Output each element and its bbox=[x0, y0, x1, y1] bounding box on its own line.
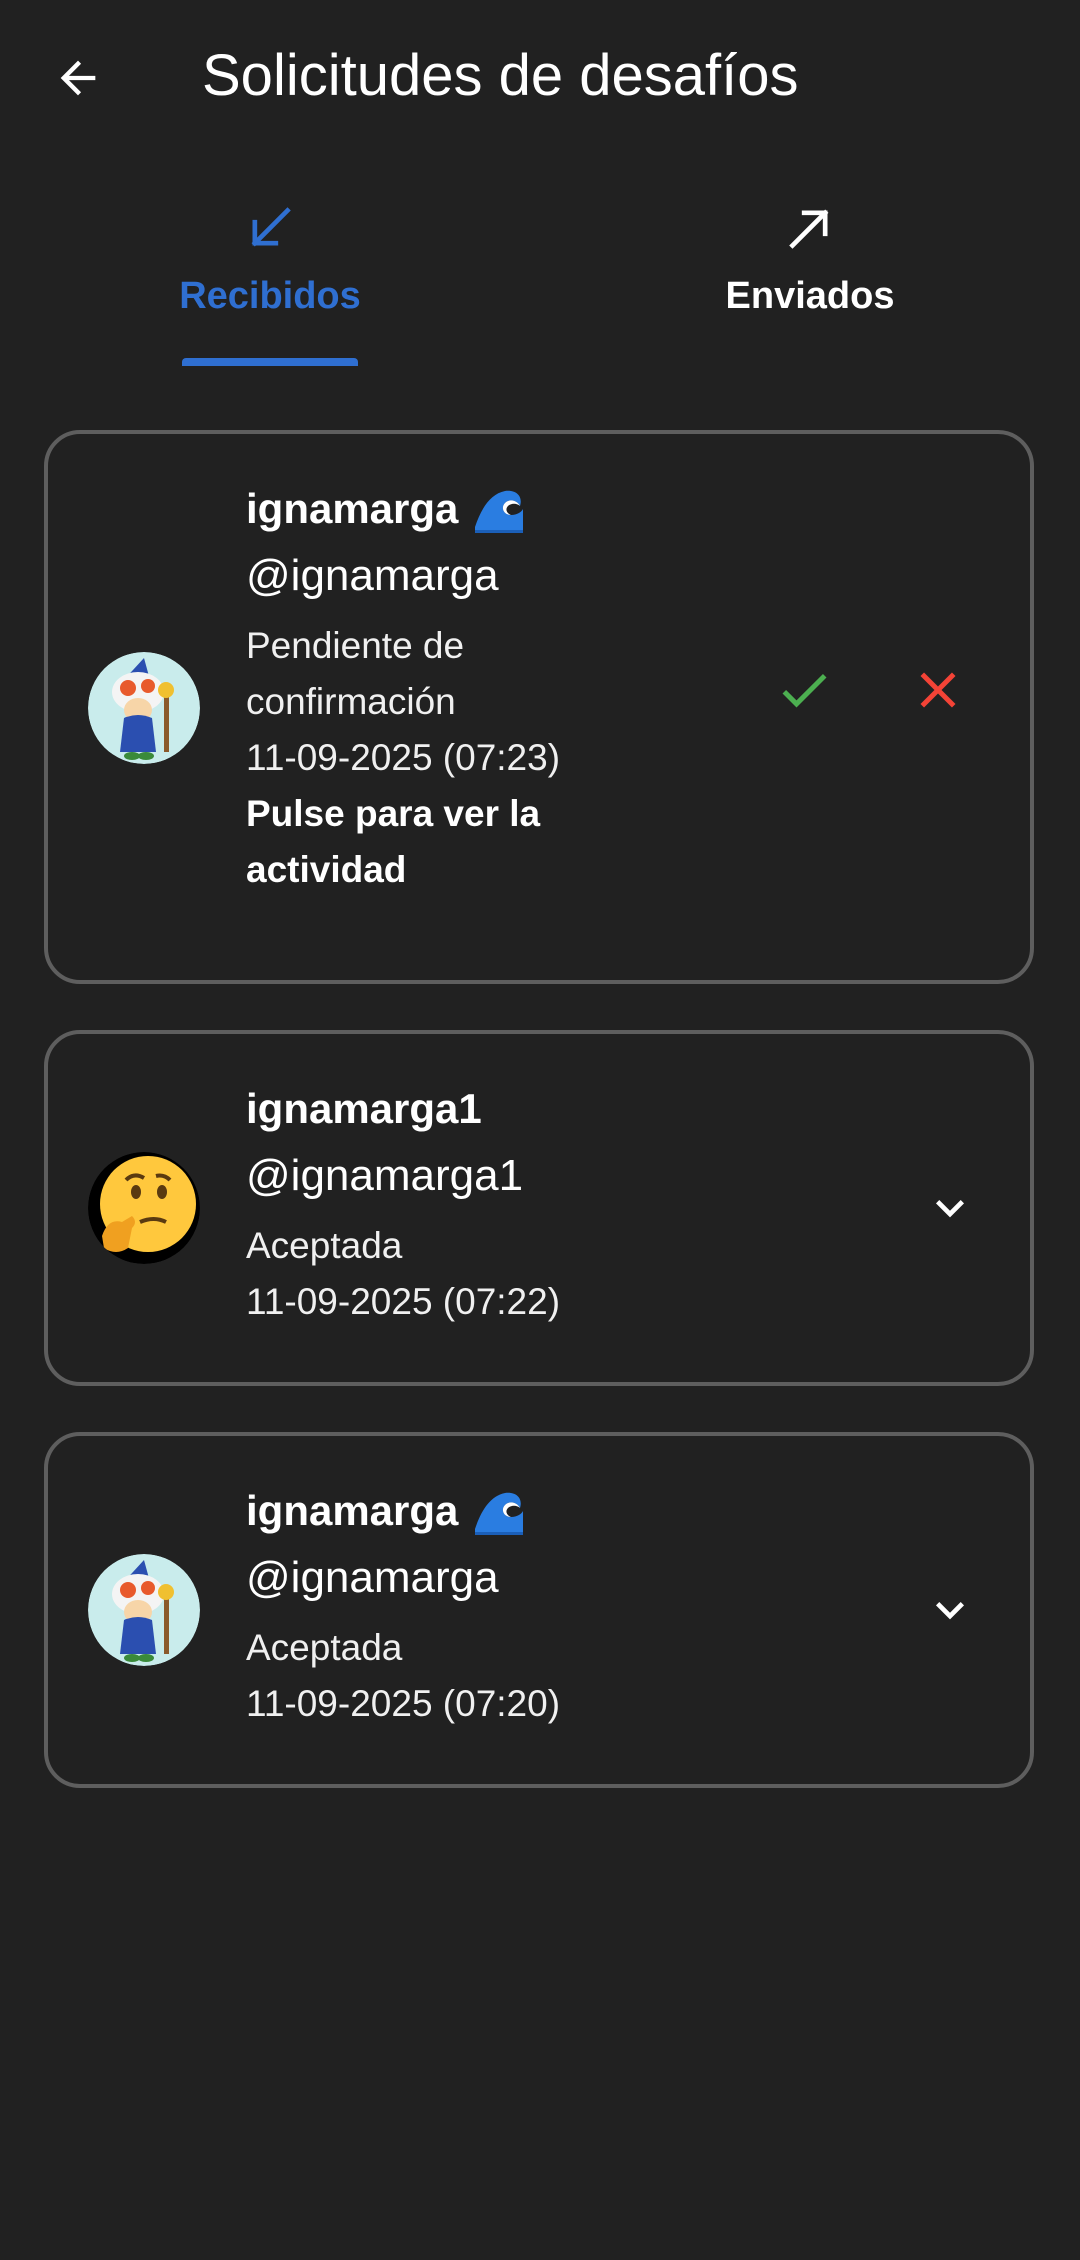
avatar bbox=[88, 1554, 200, 1666]
user-handle: @ignamarga bbox=[246, 551, 499, 600]
arrow-down-left-icon bbox=[251, 207, 291, 247]
tab-sent-label: Enviados bbox=[725, 275, 895, 317]
tab-bar: Recibidos Enviados bbox=[0, 180, 1080, 366]
request-status: Aceptada bbox=[246, 1225, 403, 1266]
arrow-up-right-icon bbox=[789, 209, 829, 249]
request-card[interactable]: ignamarga1 @ignamarga1 Aceptada 11-09-20… bbox=[44, 1030, 1034, 1386]
back-button[interactable] bbox=[40, 40, 116, 116]
wave-emoji-icon bbox=[475, 1492, 524, 1535]
accept-button[interactable] bbox=[764, 650, 844, 730]
request-status: Pendiente de confirmación bbox=[246, 625, 465, 722]
reject-button[interactable] bbox=[898, 650, 978, 730]
close-icon bbox=[920, 672, 956, 708]
expand-button[interactable] bbox=[910, 1168, 990, 1248]
request-info: ignamarga @ignamarga Pendiente de confir… bbox=[246, 478, 646, 898]
thinking-face-avatar-icon bbox=[88, 1152, 200, 1264]
avatar bbox=[88, 652, 200, 764]
name-row: ignamarga bbox=[246, 1480, 646, 1542]
user-handle: @ignamarga1 bbox=[246, 1151, 524, 1200]
wave-emoji-icon bbox=[475, 490, 524, 533]
request-date: 11-09-2025 (07:20) bbox=[246, 1683, 561, 1724]
user-name: ignamarga bbox=[246, 1487, 459, 1534]
page-title: Solicitudes de desafíos bbox=[202, 43, 799, 108]
user-name: ignamarga bbox=[246, 485, 459, 532]
request-info: ignamarga1 @ignamarga1 Aceptada 11-09-20… bbox=[246, 1078, 646, 1330]
expand-button[interactable] bbox=[910, 1570, 990, 1650]
check-icon bbox=[782, 673, 827, 708]
request-card[interactable]: ignamarga @ignamarga Aceptada 11-09-2025… bbox=[44, 1432, 1034, 1788]
request-card[interactable]: ignamarga @ignamarga Pendiente de confir… bbox=[44, 430, 1034, 984]
toad-wizard-avatar-icon bbox=[88, 1554, 200, 1666]
tab-selected-indicator bbox=[182, 358, 358, 366]
chevron-down-icon bbox=[936, 1200, 964, 1218]
request-status: Aceptada bbox=[246, 1627, 403, 1668]
tab-sent[interactable]: Enviados bbox=[540, 180, 1080, 366]
chevron-down-icon bbox=[936, 1602, 964, 1620]
request-date: 11-09-2025 (07:23) bbox=[246, 737, 561, 778]
arrow-back-icon bbox=[60, 60, 96, 96]
tab-received-label: Recibidos bbox=[179, 275, 361, 317]
name-row: ignamarga bbox=[246, 478, 646, 540]
app-bar: Solicitudes de desafíos bbox=[0, 0, 1080, 156]
name-row: ignamarga1 bbox=[246, 1078, 646, 1140]
view-activity-hint: Pulse para ver la actividad bbox=[246, 793, 541, 890]
tab-received[interactable]: Recibidos bbox=[0, 180, 540, 366]
request-info: ignamarga @ignamarga Aceptada 11-09-2025… bbox=[246, 1480, 646, 1732]
toad-wizard-avatar-icon bbox=[88, 652, 200, 764]
user-handle: @ignamarga bbox=[246, 1553, 499, 1602]
request-date: 11-09-2025 (07:22) bbox=[246, 1281, 561, 1322]
user-name: ignamarga1 bbox=[246, 1085, 482, 1132]
avatar bbox=[88, 1152, 200, 1264]
